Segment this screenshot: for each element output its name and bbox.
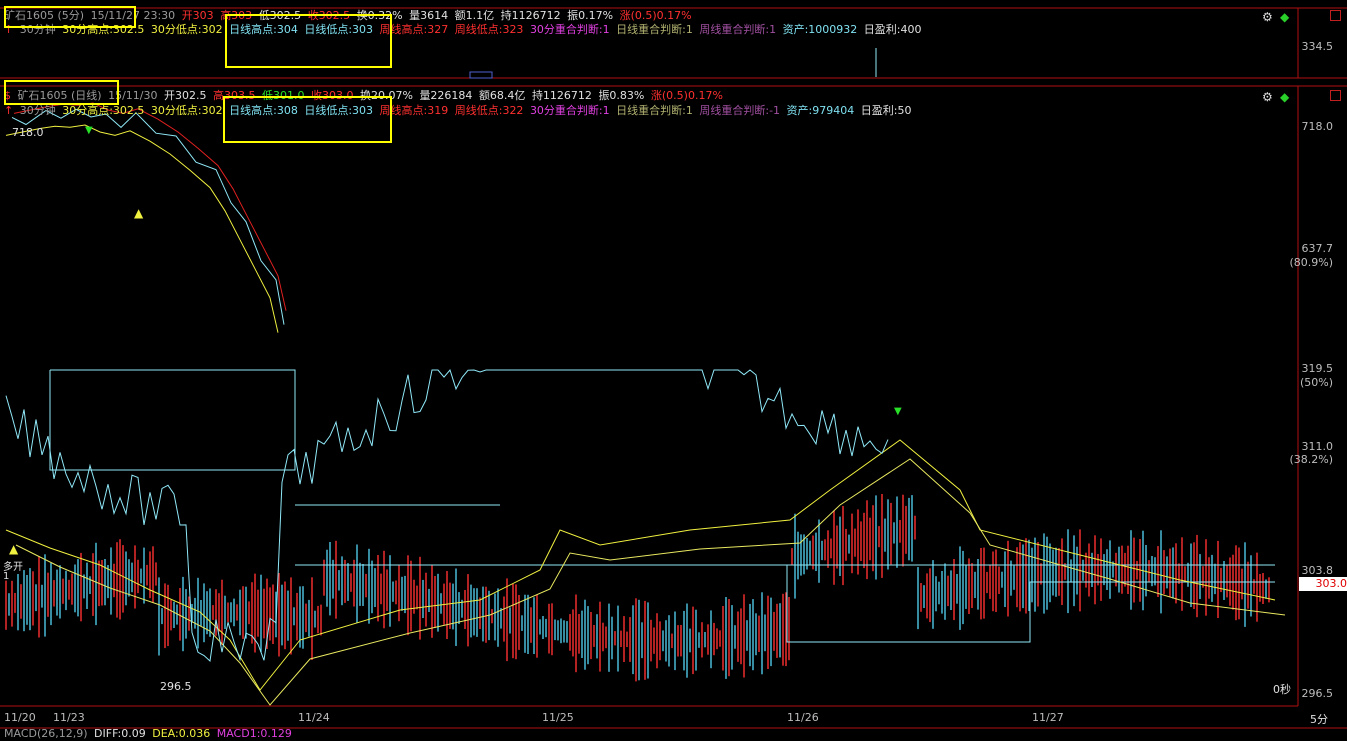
highlight-box-top-daily	[225, 14, 392, 68]
top-ind-pnl: 日盈利:400	[863, 23, 922, 36]
cyan-range-line	[786, 565, 1275, 643]
top-ind-ov30: 30分重合判断:1	[529, 23, 610, 36]
buy-arrow-icon: ▲	[9, 542, 19, 556]
up-arrow-icon: ↑	[4, 104, 14, 117]
top-ind-ovw: 周线重合判断:1	[699, 23, 777, 36]
sell-arrow-icon: ▼	[894, 406, 902, 417]
axis-label-319: 319.5	[1301, 362, 1334, 375]
top-ind-wlo: 周线低点:323	[454, 23, 524, 36]
top-ind-lo30: 30分低点:302	[150, 23, 223, 36]
top-ind-ovd: 日线重合判断:1	[616, 23, 693, 36]
macd-diff: DIFF:0.09	[94, 727, 146, 740]
macd-header: MACD(26,12,9) DIFF:0.09 DEA:0.036 MACD1:…	[4, 727, 295, 741]
macd-value: MACD1:0.129	[216, 727, 292, 740]
top-amount: 额1.1亿	[454, 9, 495, 22]
date-label: 11/23	[53, 711, 85, 724]
seconds-label: 0秒	[1273, 683, 1291, 696]
top-amp: 振0.17%	[567, 9, 614, 22]
macd-dea: DEA:0.036	[152, 727, 211, 740]
settings-icon[interactable]: ⚙	[1262, 10, 1276, 24]
date-label: 11/25	[542, 711, 574, 724]
top-open: 开303	[181, 9, 214, 22]
main-ind-ovd: 日线重合判断:1	[616, 104, 693, 117]
main-indicator-row: ↑ 30分钟 30分高点:302.5 30分低点:302 日线高点:308 日线…	[4, 104, 914, 118]
axis-label-718: 718.0	[1301, 120, 1334, 133]
main-open: 开302.5	[163, 89, 207, 102]
current-price-tag: 303.0	[1299, 577, 1347, 591]
expand-icon[interactable]: ◆	[1280, 90, 1294, 104]
top-rise: 涨(0.5)0.17%	[619, 9, 692, 22]
axis-label-50pct: (50%)	[1299, 376, 1333, 389]
highlight-box-main-daily	[223, 96, 392, 143]
settings-icon[interactable]: ⚙	[1262, 90, 1276, 104]
high-label: 718.0	[12, 126, 44, 139]
main-rise: 涨(0.5)0.17%	[650, 89, 723, 102]
main-hold: 持1126712	[531, 89, 592, 102]
main-amp: 振0.83%	[598, 89, 645, 102]
cyan-range-box	[49, 369, 296, 471]
main-ind-pnl: 日盈利:50	[860, 104, 912, 117]
low-label: 296.5	[160, 680, 192, 693]
main-ind-label: 30分钟	[19, 104, 56, 117]
highlight-box-main-title	[4, 80, 119, 105]
period-label[interactable]: 5分	[1310, 711, 1328, 727]
axis-label-637: 637.7	[1301, 242, 1334, 255]
expand-icon[interactable]: ◆	[1280, 10, 1294, 24]
axis-label-311: 311.0	[1301, 440, 1334, 453]
chart-marks	[5, 48, 1286, 706]
date-label: 11/26	[787, 711, 819, 724]
buy-arrow-icon: ▲	[134, 206, 144, 220]
main-ind-ov30: 30分重合判断:1	[529, 104, 610, 117]
main-ind-asset: 资产:979404	[786, 104, 855, 117]
yellow-line-early	[5, 124, 279, 333]
macd-label: MACD(26,12,9)	[4, 727, 88, 740]
date-label: 11/27	[1032, 711, 1064, 724]
top-hold: 持1126712	[500, 9, 561, 22]
top-ind-asset: 资产:1000932	[782, 23, 858, 36]
date-label: 11/24	[298, 711, 330, 724]
highlight-box-top-title	[4, 6, 136, 28]
sell-arrow-icon: ▼	[85, 125, 93, 136]
close-icon[interactable]	[1330, 10, 1341, 21]
close-icon[interactable]	[1330, 90, 1341, 101]
top-indicator-row: ↑ 30分钟 30分高点:302.5 30分低点:302 日线高点:304 日线…	[4, 23, 924, 37]
main-ind-wlo: 周线低点:322	[454, 104, 524, 117]
date-label: 11/20	[4, 711, 36, 724]
main-amount: 额68.4亿	[478, 89, 526, 102]
axis-label-296: 296.5	[1301, 687, 1334, 700]
axis-label-80pct: (80.9%)	[1289, 256, 1333, 269]
main-ind-hi30: 30分高点:302.5	[62, 104, 145, 117]
axis-label-38pct: (38.2%)	[1289, 453, 1333, 466]
top-volume: 量3614	[409, 9, 449, 22]
main-volume: 量226184	[419, 89, 473, 102]
top-axis-label: 334.5	[1301, 40, 1334, 53]
main-panel-frame	[0, 85, 1347, 729]
signal-one-label: 1	[3, 571, 10, 582]
axis-label-303-8: 303.8	[1301, 564, 1334, 577]
main-ind-lo30: 30分低点:302	[150, 104, 223, 117]
main-ind-ovw: 周线重合判断:-1	[699, 104, 781, 117]
